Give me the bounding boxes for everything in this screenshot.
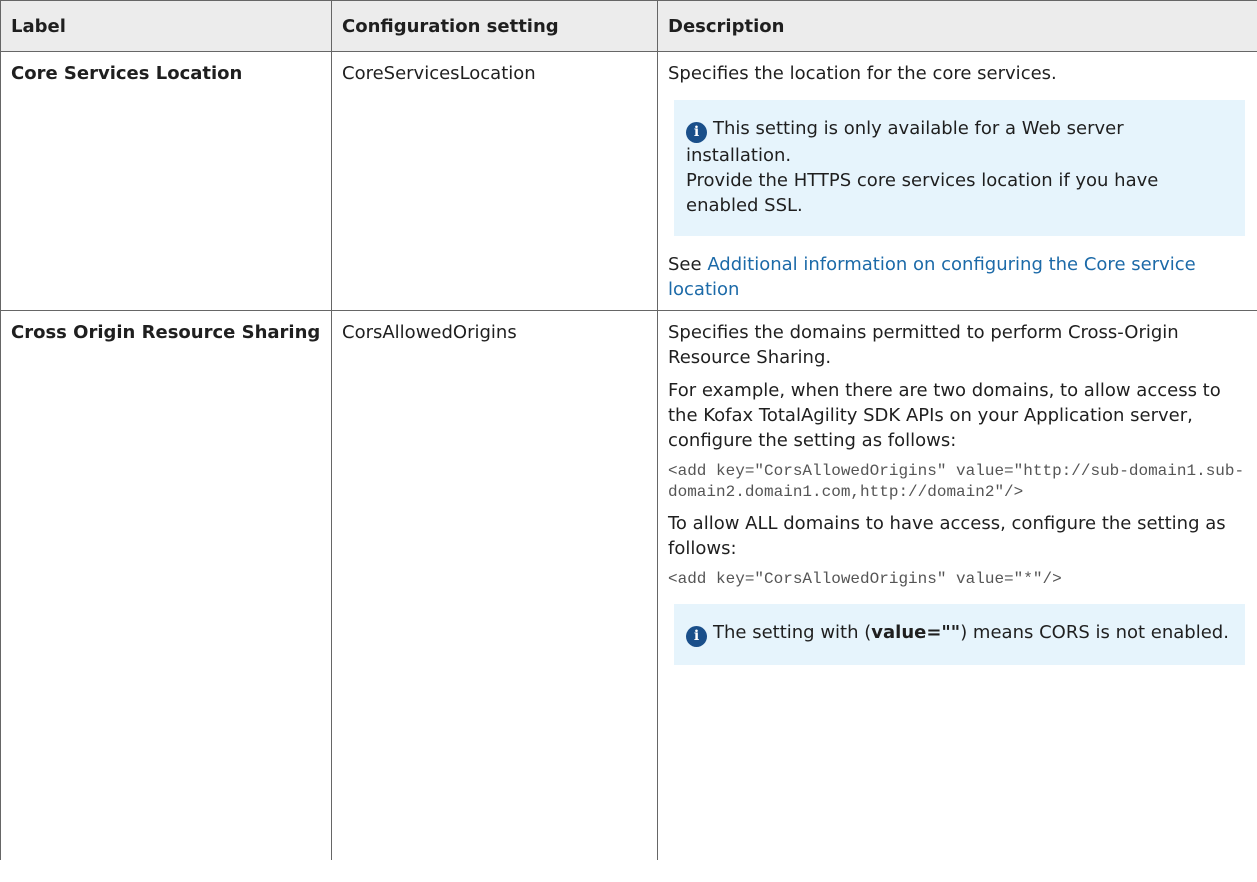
row-label: Core Services Location bbox=[0, 51, 332, 311]
header-config-setting: Configuration setting bbox=[331, 0, 658, 52]
info-icon: i bbox=[686, 626, 707, 647]
row-config-setting: CorsAllowedOrigins bbox=[331, 310, 658, 860]
row-label: Cross Origin Resource Sharing bbox=[0, 310, 332, 860]
code-sample-all-domains: <add key="CorsAllowedOrigins" value="*"/… bbox=[668, 570, 1062, 588]
info-note: i This setting is only available for a We… bbox=[674, 100, 1245, 236]
note-text-1: This setting is only available for a Web… bbox=[686, 118, 1124, 166]
note-text-2: Provide the HTTPS core services location… bbox=[686, 170, 1159, 216]
info-note: i The setting with (value="") means CORS … bbox=[674, 604, 1245, 665]
header-description: Description bbox=[657, 0, 1257, 52]
description-intro: Specifies the location for the core serv… bbox=[668, 63, 1057, 84]
note-bold-value: value="" bbox=[871, 622, 961, 643]
table-row: Cross Origin Resource Sharing CorsAllowe… bbox=[0, 310, 1257, 860]
note-suffix: ) means CORS is not enabled. bbox=[960, 622, 1229, 643]
core-service-location-link[interactable]: Additional information on configuring th… bbox=[668, 254, 1196, 300]
description-all-domains: To allow ALL domains to have access, con… bbox=[668, 513, 1226, 559]
note-prefix: The setting with ( bbox=[713, 622, 872, 643]
see-also: See Additional information on configurin… bbox=[668, 252, 1249, 302]
table-row: Core Services Location CoreServicesLocat… bbox=[0, 51, 1257, 311]
code-sample-two-domains: <add key="CorsAllowedOrigins" value="htt… bbox=[668, 462, 1245, 501]
row-description: Specifies the domains permitted to perfo… bbox=[657, 310, 1257, 860]
settings-table: Label Configuration setting Description … bbox=[0, 0, 1257, 860]
header-label: Label bbox=[0, 0, 332, 52]
table-header-row: Label Configuration setting Description bbox=[0, 0, 1257, 52]
info-icon: i bbox=[686, 122, 707, 143]
see-prefix: See bbox=[668, 254, 702, 275]
row-config-setting: CoreServicesLocation bbox=[331, 51, 658, 311]
description-example: For example, when there are two domains,… bbox=[668, 380, 1221, 451]
description-intro: Specifies the domains permitted to perfo… bbox=[668, 322, 1179, 368]
row-description: Specifies the location for the core serv… bbox=[657, 51, 1257, 311]
settings-table-wrapper: Label Configuration setting Description … bbox=[0, 0, 1257, 860]
